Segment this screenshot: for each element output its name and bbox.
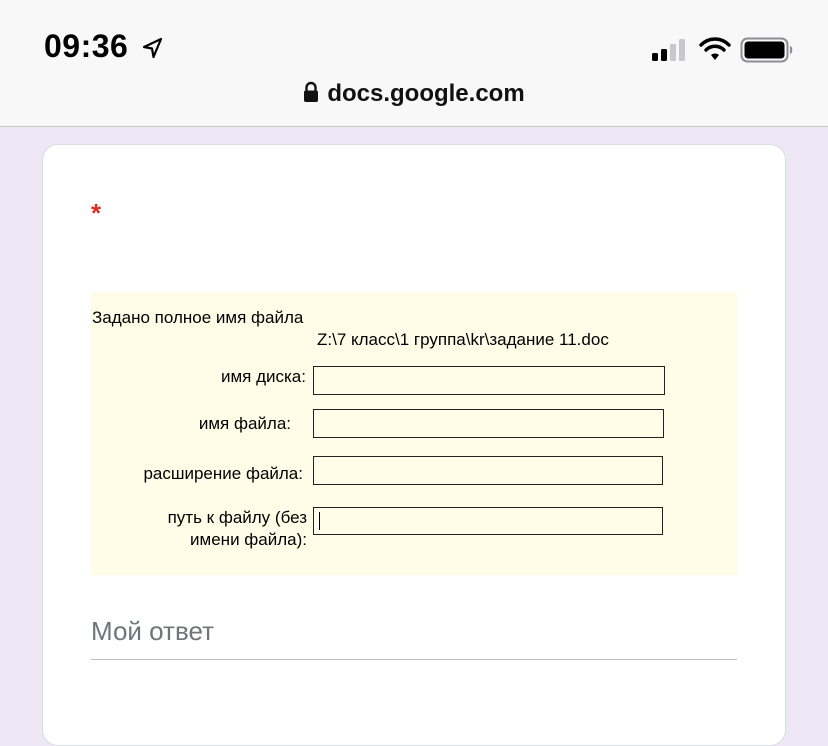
answer-input[interactable]: Мой ответ [91, 616, 214, 647]
label-drive-name: имя диска: [220, 367, 306, 386]
label-file-path: путь к файлу (без имени файла): [167, 508, 307, 549]
field-file-path [313, 507, 663, 535]
field-file-extension [313, 456, 663, 485]
cellular-signal-icon [652, 39, 685, 61]
label-file-name: имя файла: [198, 414, 291, 433]
location-arrow-icon [142, 37, 163, 59]
task-file-path: Z:\7 класс\1 группа\kr\задание 11.doc [317, 330, 609, 349]
field-file-name [313, 409, 664, 438]
field-drive-name [313, 366, 665, 395]
text-caret [319, 512, 320, 530]
status-time: 09:36 [44, 28, 129, 64]
browser-chrome: 09:36 docs.google.com [0, 0, 828, 127]
address-bar[interactable]: docs.google.com [0, 80, 828, 108]
task-title: Задано полное имя файла [92, 308, 304, 327]
url-text: docs.google.com [327, 80, 525, 107]
lock-icon [304, 81, 319, 102]
task-image: Задано полное имя файла Z:\7 класс\1 гру… [91, 292, 737, 575]
wifi-icon [699, 37, 731, 60]
battery-icon [740, 37, 793, 63]
answer-underline [91, 659, 737, 660]
label-file-extension: расширение файла: [143, 464, 303, 483]
required-asterisk: * [91, 198, 102, 228]
